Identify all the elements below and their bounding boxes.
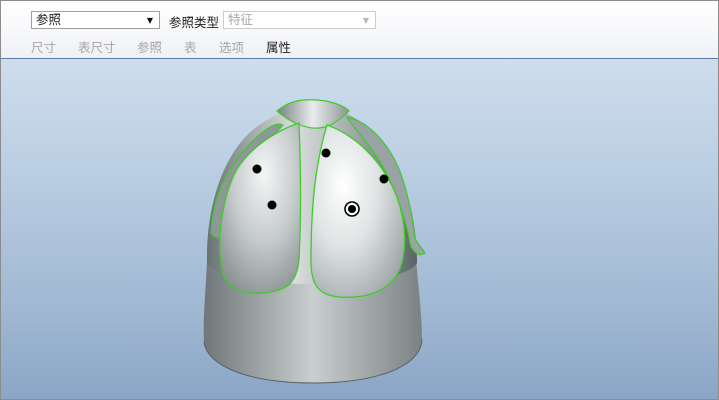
tab-table[interactable]: 表 <box>184 37 197 56</box>
reference-point[interactable] <box>321 148 331 158</box>
chevron-down-icon[interactable]: ▼ <box>361 12 371 28</box>
reference-point[interactable] <box>252 164 262 174</box>
tab-table-dimensions[interactable]: 表尺寸 <box>78 37 116 56</box>
tab-dimensions[interactable]: 尺寸 <box>31 37 56 56</box>
selected-reference-point[interactable] <box>344 201 360 217</box>
reference-dropdown-value: 参照 <box>36 12 62 27</box>
tab-references[interactable]: 参照 <box>137 37 162 56</box>
chevron-down-icon[interactable]: ▼ <box>145 12 155 28</box>
left-pocket <box>219 122 302 294</box>
reference-dropdown[interactable]: 参照 ▼ <box>31 11 160 29</box>
model-viewport[interactable] <box>1 59 718 399</box>
tab-properties[interactable]: 属性 <box>266 37 291 56</box>
dialog-window: 参照 ▼ 参照类型 特征 ▼ 尺寸 表尺寸 参照 表 选项 属性 <box>0 0 719 400</box>
model-canvas[interactable] <box>1 59 718 399</box>
reference-toolbar: 参照 ▼ 参照类型 特征 ▼ 尺寸 表尺寸 参照 表 选项 属性 <box>1 1 718 59</box>
reference-type-value: 特征 <box>228 12 254 27</box>
reference-type-label: 参照类型 <box>169 15 220 30</box>
reference-type-dropdown[interactable]: 特征 ▼ <box>223 11 376 29</box>
reference-point[interactable] <box>267 200 277 210</box>
dome-shell-part[interactable] <box>203 99 426 384</box>
reference-point[interactable] <box>379 174 389 184</box>
tab-options[interactable]: 选项 <box>219 37 244 56</box>
